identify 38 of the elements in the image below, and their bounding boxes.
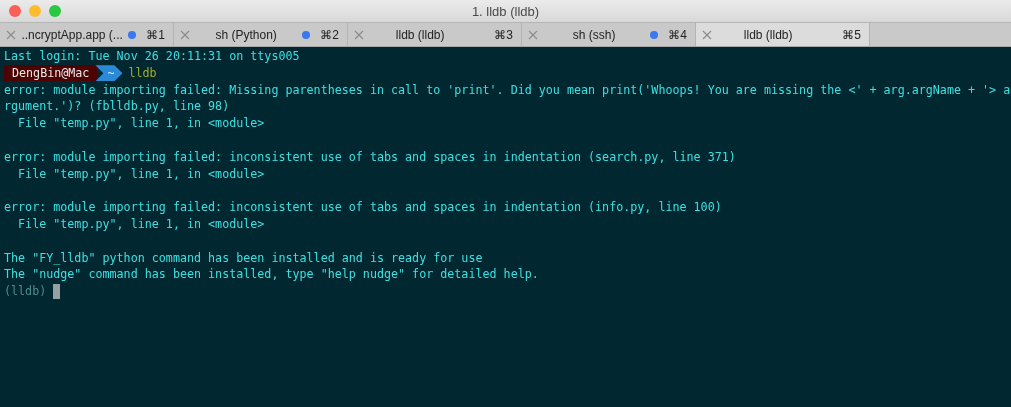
output-line: Last login: Tue Nov 26 20:11:31 on ttys005 [4,48,300,65]
window-title: 1. lldb (lldb) [471,3,540,19]
tab-label: lldb (lldb) [394,27,446,42]
tab-shortcut: ⌘1 [146,27,165,42]
tab-shortcut: ⌘3 [494,27,513,42]
tab-label: sh (ssh) [571,27,617,42]
close-tab-icon[interactable] [354,29,364,40]
lldb-prompt: (lldb) [4,283,47,300]
terminal-tab[interactable]: ..ncryptApp.app (... ⌘1 [0,23,174,46]
zoom-button[interactable] [49,5,61,17]
command-text: lldb [128,64,157,82]
output-line: The "FY_lldb" python command has been installed and is ready for use [4,249,483,267]
minimize-button[interactable] [29,5,41,17]
close-tab-icon[interactable] [702,29,712,40]
tab-shortcut: ⌘4 [668,27,687,42]
close-tab-icon[interactable] [6,29,16,40]
output-line: File "temp.py", line 1, in <module> [17,215,265,233]
text-cursor [53,284,61,300]
output-line: rgument.')? (fblldb.py, line 98) [4,98,230,116]
tab-shortcut: ⌘5 [842,27,861,42]
output-line: File "temp.py", line 1, in <module> [17,115,265,132]
output-line: error: module importing failed: inconsistent use of tabs and spaces in indentation (info.py, line 100) [4,199,722,216]
terminal-tab[interactable]: sh (Python) ⌘2 [174,23,348,46]
tab-label: sh (Python) [214,27,278,42]
output-line: The "nudge" command has been installed, type "help nudge" for detailed help. [4,266,539,284]
close-tab-icon[interactable] [528,29,538,40]
tab-label: lldb (lldb) [742,27,794,42]
tab-shortcut: ⌘2 [320,27,339,42]
close-tab-icon[interactable] [180,29,190,40]
output-line: error: module importing failed: Missing parentheses in call to 'print'. Did you mean print('Whoops! You are missing the <' + arg.argName + '> a [4,81,1011,99]
terminal-tab[interactable]: lldb (lldb) ⌘3 [348,23,522,46]
output-line: File "temp.py", line 1, in <module> [17,165,265,183]
close-button[interactable] [9,5,21,17]
tab-label: ..ncryptApp.app (... [20,27,124,42]
output-line: error: module importing failed: inconsistent use of tabs and spaces in indentation (search.py, line 371) [4,148,736,166]
terminal-tab[interactable]: lldb (lldb) ⌘5 [696,23,870,46]
prompt-path-segment: ~ [95,65,123,82]
prompt-user-segment: DengBin@Mac [4,65,98,82]
